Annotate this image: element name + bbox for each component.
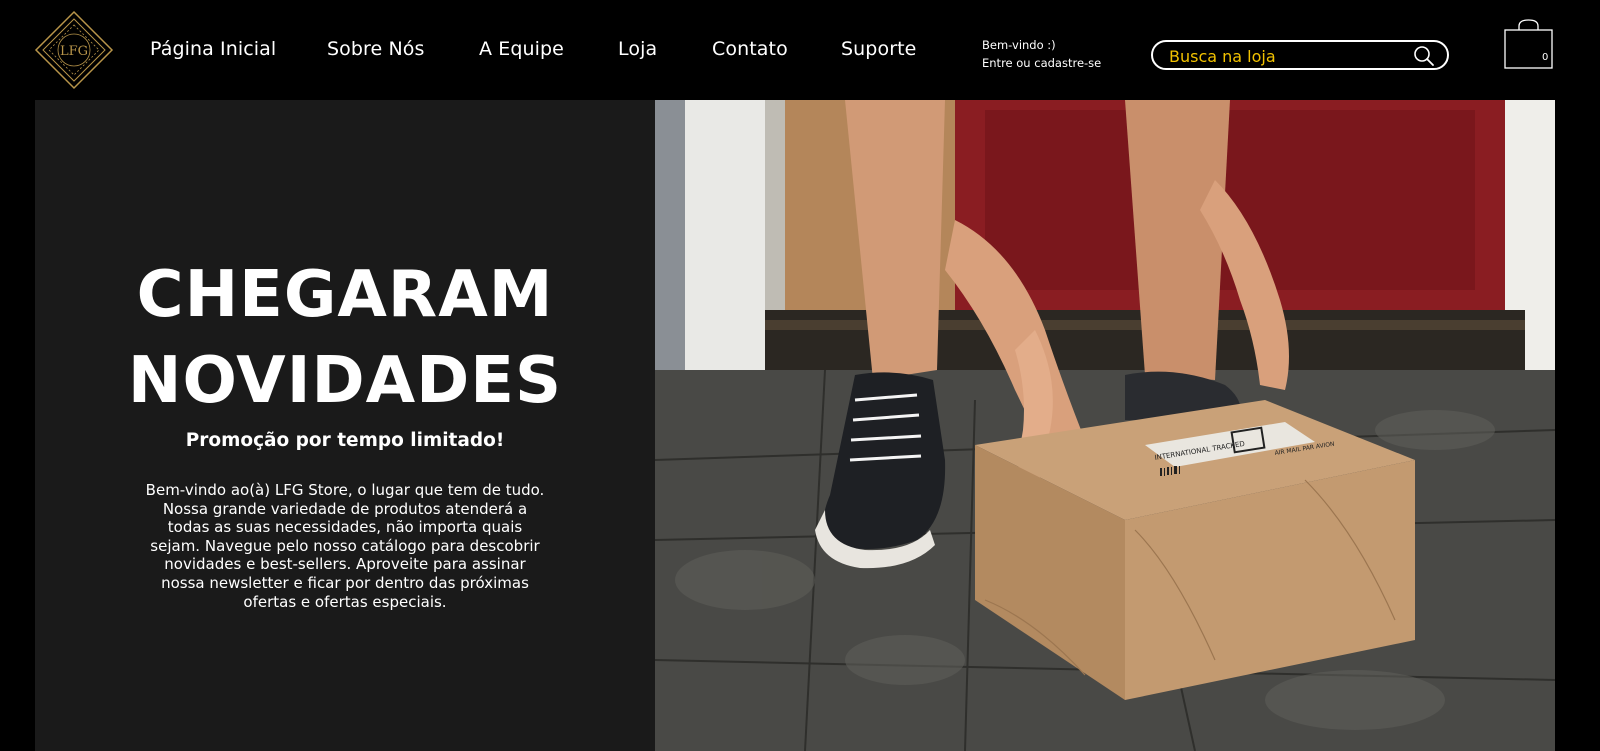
hero-text-panel: CHEGARAM NOVIDADES Promoção por tempo li… xyxy=(35,100,655,751)
package-delivery-image: INTERNATIONAL TRACKED AIR MAIL PAR AVION xyxy=(655,100,1555,751)
nav-item-contact[interactable]: Contato xyxy=(712,38,788,60)
nav-item-team[interactable]: A Equipe xyxy=(479,38,564,60)
hero-title-line2: NOVIDADES xyxy=(127,344,563,418)
search-input[interactable] xyxy=(1169,45,1409,67)
account-login-link[interactable]: Bem-vindo :) Entre ou cadastre-se xyxy=(982,36,1101,72)
hero-subtitle: Promoção por tempo limitado! xyxy=(185,430,505,451)
site-header: LFG Página Inicial Sobre Nós A Equipe Lo… xyxy=(0,0,1600,100)
nav-item-shop[interactable]: Loja xyxy=(618,38,657,60)
nav-item-home[interactable]: Página Inicial xyxy=(150,38,276,60)
cart-button[interactable]: 0 xyxy=(1504,18,1554,70)
login-signup-label: Entre ou cadastre-se xyxy=(982,56,1102,70)
logo-text: LFG xyxy=(60,44,88,59)
welcome-greeting: Bem-vindo :) xyxy=(982,38,1056,52)
hero-title-line1: CHEGARAM xyxy=(136,258,554,332)
store-search xyxy=(1151,40,1449,70)
search-icon[interactable] xyxy=(1413,45,1435,67)
hero-description: Bem-vindo ao(à) LFG Store, o lugar que t… xyxy=(145,481,545,611)
lfg-logo-icon: LFG xyxy=(34,10,114,90)
hero-image: INTERNATIONAL TRACKED AIR MAIL PAR AVION xyxy=(655,100,1555,751)
cart-count: 0 xyxy=(1542,52,1549,63)
nav-item-about[interactable]: Sobre Nós xyxy=(327,38,425,60)
brand-logo[interactable]: LFG xyxy=(34,10,114,90)
nav-item-support[interactable]: Suporte xyxy=(841,38,916,60)
